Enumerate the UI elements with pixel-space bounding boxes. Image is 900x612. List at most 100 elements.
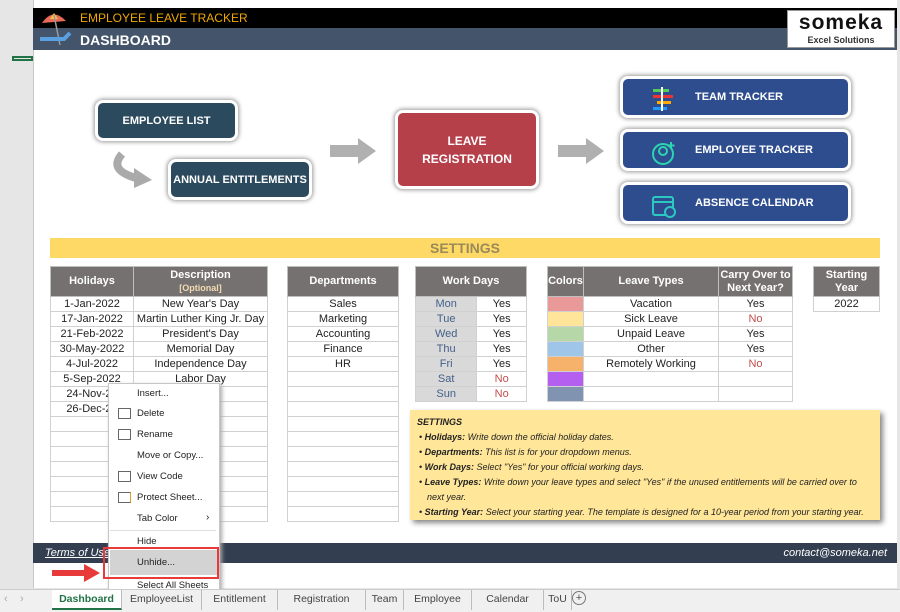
leave-type[interactable] (583, 386, 719, 402)
scroll-right-icon[interactable]: › (20, 593, 24, 605)
holiday-description[interactable]: Martin Luther King Jr. Day (133, 311, 268, 327)
red-arrow-icon (52, 564, 100, 582)
menu-item-delete[interactable]: Delete (137, 408, 164, 419)
department[interactable] (287, 446, 399, 462)
leave-type[interactable]: Sick Leave (583, 311, 719, 327)
holiday-date[interactable]: 1-Jan-2022 (50, 296, 134, 312)
table-row: Sat No (414, 371, 527, 387)
starting-year-table: Starting Year 2022 (813, 266, 880, 312)
absence-calendar-button[interactable]: ABSENCE CALENDAR (620, 182, 851, 224)
menu-item-insert[interactable]: Insert... (137, 388, 169, 399)
leave-color-swatch[interactable] (547, 311, 584, 327)
table-row: 30-May-2022 Memorial Day (50, 341, 268, 357)
table-row: 4-Jul-2022 Independence Day (50, 356, 268, 372)
menu-item-rename[interactable]: Rename (137, 429, 173, 440)
leave-color-swatch[interactable] (547, 386, 584, 402)
department[interactable]: Marketing (287, 311, 399, 327)
sheet-tab-entitlement[interactable]: Entitlement (202, 590, 278, 610)
holiday-date[interactable]: 17-Jan-2022 (50, 311, 134, 327)
leave-color-swatch[interactable] (547, 371, 584, 387)
sheet-tab-employee[interactable]: Employee (404, 590, 472, 610)
department[interactable] (287, 416, 399, 432)
workday-value[interactable]: Yes (476, 296, 527, 312)
department[interactable]: HR (287, 356, 399, 372)
employee-list-button[interactable]: EMPLOYEE LIST (95, 100, 238, 141)
sheet-tab-registration[interactable]: Registration (278, 590, 366, 610)
note-item: • Work Days: Select "Yes" for your offic… (419, 462, 644, 472)
carry-over-value[interactable] (718, 386, 793, 402)
sheet-tab-employeelist[interactable]: EmployeeList (122, 590, 202, 610)
holiday-description[interactable]: Independence Day (133, 356, 268, 372)
menu-item-view-code[interactable]: View Code (137, 471, 183, 482)
table-row: Mon Yes (414, 296, 527, 312)
department[interactable] (287, 401, 399, 417)
holiday-description[interactable]: New Year's Day (133, 296, 268, 312)
menu-item-tab-color[interactable]: Tab Color (137, 513, 178, 524)
carry-over-value[interactable]: Yes (718, 326, 793, 342)
leave-type[interactable]: Other (583, 341, 719, 357)
leave-type[interactable] (583, 371, 719, 387)
leave-type[interactable]: Vacation (583, 296, 719, 312)
table-row (287, 446, 399, 462)
carry-over-value[interactable]: No (718, 311, 793, 327)
workday-value[interactable]: No (476, 371, 527, 387)
leave-color-swatch[interactable] (547, 341, 584, 357)
leave-type[interactable]: Remotely Working (583, 356, 719, 372)
leave-color-swatch[interactable] (547, 326, 584, 342)
department[interactable]: Accounting (287, 326, 399, 342)
delete-sheet-icon (118, 408, 131, 419)
department[interactable] (287, 491, 399, 507)
settings-title: SETTINGS (50, 238, 880, 258)
holiday-description[interactable]: President's Day (133, 326, 268, 342)
leave-registration-button[interactable]: LEAVE REGISTRATION (395, 110, 539, 189)
annual-entitlements-button[interactable]: ANNUAL ENTITLEMENTS (168, 159, 312, 200)
department[interactable]: Sales (287, 296, 399, 312)
workday-value[interactable]: Yes (476, 326, 527, 342)
employee-tracker-button[interactable]: EMPLOYEE TRACKER (620, 129, 851, 171)
holiday-date[interactable]: 21-Feb-2022 (50, 326, 134, 342)
workday-value[interactable]: Yes (476, 311, 527, 327)
leave-color-swatch[interactable] (547, 356, 584, 372)
menu-item-protect-sheet[interactable]: Protect Sheet... (137, 492, 202, 503)
department[interactable] (287, 506, 399, 522)
carry-over-value[interactable]: No (718, 356, 793, 372)
table-row: 21-Feb-2022 President's Day (50, 326, 268, 342)
sheet-tab-team[interactable]: Team (366, 590, 404, 610)
table-row (287, 386, 399, 402)
app-title: EMPLOYEE LEAVE TRACKER (80, 11, 248, 25)
workday-value[interactable]: Yes (476, 356, 527, 372)
workday-value[interactable]: No (476, 386, 527, 402)
leave-type[interactable]: Unpaid Leave (583, 326, 719, 342)
carry-over-value[interactable] (718, 371, 793, 387)
team-tracker-button[interactable]: TEAM TRACKER (620, 76, 851, 118)
carry-over-value[interactable]: Yes (718, 341, 793, 357)
selected-cell[interactable] (12, 56, 33, 61)
scroll-left-icon[interactable]: ‹ (4, 593, 8, 605)
table-row (287, 506, 399, 522)
department[interactable]: Finance (287, 341, 399, 357)
holiday-description[interactable]: Memorial Day (133, 341, 268, 357)
department[interactable] (287, 461, 399, 477)
rename-icon (118, 429, 131, 440)
leave-color-swatch[interactable] (547, 296, 584, 312)
sheet-tab-dashboard[interactable]: Dashboard (52, 590, 122, 610)
menu-item-hide[interactable]: Hide (137, 536, 157, 547)
department[interactable] (287, 476, 399, 492)
holiday-date[interactable]: 4-Jul-2022 (50, 356, 134, 372)
menu-item-move-or-copy[interactable]: Move or Copy... (137, 450, 203, 461)
department[interactable] (287, 371, 399, 387)
starting-year-value[interactable]: 2022 (813, 296, 880, 312)
holiday-date[interactable]: 30-May-2022 (50, 341, 134, 357)
sheet-tab-calendar[interactable]: Calendar (472, 590, 544, 610)
add-sheet-icon[interactable]: + (572, 591, 586, 605)
department[interactable] (287, 386, 399, 402)
workday-value[interactable]: Yes (476, 341, 527, 357)
sheet-tab-tou[interactable]: ToU (544, 590, 572, 610)
note-item: • Leave Types: Write down your leave typ… (419, 477, 857, 502)
beach-umbrella-icon (40, 13, 72, 46)
department[interactable] (287, 431, 399, 447)
table-row: Fri Yes (414, 356, 527, 372)
terms-of-use-link[interactable]: Terms of Use (45, 543, 110, 563)
carry-over-value[interactable]: Yes (718, 296, 793, 312)
settings-notes: SETTINGS • Holidays: Write down the offic… (410, 410, 880, 520)
